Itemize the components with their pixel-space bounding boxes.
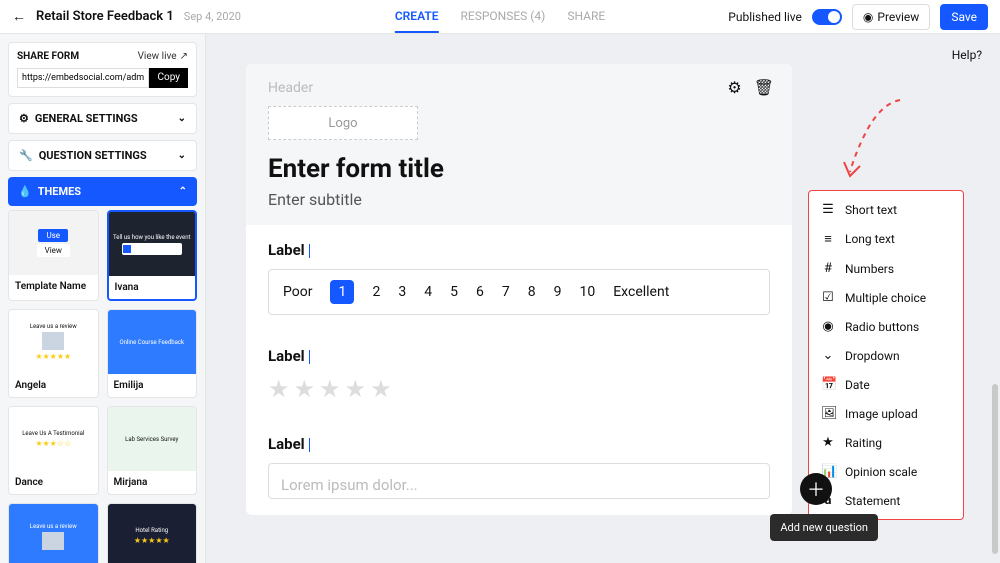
form-date: Sep 4, 2020: [184, 10, 241, 23]
scale-option[interactable]: 9: [554, 284, 562, 300]
theme-tile[interactable]: Leave Us A Testimonial★★★☆☆ Dance: [8, 406, 99, 495]
scale-option[interactable]: 6: [476, 284, 484, 300]
question-label[interactable]: Label: [268, 435, 770, 453]
scale-option[interactable]: 4: [424, 284, 432, 300]
star-icon: ★: [821, 435, 835, 450]
view-live-link[interactable]: View live↗: [138, 51, 188, 62]
long-text-input[interactable]: Lorem ipsum dolor...: [268, 463, 770, 499]
accordion-general[interactable]: ⚙GENERAL SETTINGS⌄: [8, 103, 197, 134]
short-text-icon: ☰: [821, 202, 835, 217]
nav-tabs: CREATE RESPONSES (4) SHARE: [395, 1, 605, 33]
logo-upload[interactable]: Logo: [268, 106, 418, 140]
accordion-themes[interactable]: 💧THEMES⌃: [8, 177, 197, 206]
hash-icon: #: [821, 261, 835, 276]
image-icon: 🖼: [821, 406, 835, 421]
form-canvas: ⚙ 🗑 Header Logo Enter form title Enter s…: [246, 64, 792, 515]
theme-tile[interactable]: Online Course Feedback Emilija: [107, 309, 198, 398]
qtype-numbers[interactable]: #Numbers: [809, 254, 963, 283]
add-question-button[interactable]: ＋: [800, 473, 832, 505]
theme-tile[interactable]: UseView Template Name: [8, 210, 99, 301]
copy-button[interactable]: Copy: [149, 68, 188, 88]
preview-button[interactable]: ◉Preview: [852, 4, 930, 30]
qtype-dropdown[interactable]: ⌄Dropdown: [809, 341, 963, 370]
qtype-opinion-scale[interactable]: 📊Opinion scale: [809, 457, 963, 486]
form-header-block[interactable]: ⚙ 🗑 Header Logo Enter form title Enter s…: [246, 64, 792, 225]
gear-icon[interactable]: ⚙: [727, 78, 741, 97]
back-arrow-icon[interactable]: ←: [12, 8, 26, 25]
chevron-up-icon: ⌃: [179, 186, 187, 197]
theme-tile[interactable]: Leave us a review★★★★★ Angela: [8, 309, 99, 398]
scale-option[interactable]: 10: [579, 284, 595, 300]
paint-icon: 💧: [18, 185, 32, 198]
view-button[interactable]: View: [37, 244, 70, 257]
question-rating[interactable]: Label ★★★★★: [246, 331, 792, 419]
qtype-multiple-choice[interactable]: ☑Multiple choice: [809, 283, 963, 312]
canvas: Help? ⚙ 🗑 Header Logo Enter form title E…: [206, 34, 1000, 563]
save-button[interactable]: Save: [940, 4, 988, 30]
qtype-short-text[interactable]: ☰Short text: [809, 195, 963, 224]
sidebar: SHARE FORM View live↗ Copy ⚙GENERAL SETT…: [0, 34, 206, 563]
qtype-date[interactable]: 📅Date: [809, 370, 963, 399]
share-title: SHARE FORM: [17, 51, 79, 62]
header-placeholder: Header: [268, 80, 770, 96]
question-type-menu: ☰Short text ≡Long text #Numbers ☑Multipl…: [808, 190, 964, 520]
trash-icon[interactable]: 🗑: [754, 78, 774, 97]
question-label[interactable]: Label: [268, 347, 770, 365]
tab-responses[interactable]: RESPONSES (4): [461, 1, 546, 33]
question-label[interactable]: Label: [268, 241, 770, 259]
scale-option[interactable]: 8: [528, 284, 536, 300]
gear-icon: ⚙: [19, 112, 29, 125]
scale-option[interactable]: 1: [330, 280, 354, 304]
wrench-icon: 🔧: [19, 149, 33, 162]
help-link[interactable]: Help?: [952, 48, 982, 62]
theme-tile[interactable]: Leave us a review Nevrie: [8, 503, 99, 563]
calendar-icon: 📅: [821, 377, 835, 392]
qtype-statement[interactable]: aStatement: [809, 486, 963, 515]
tab-create[interactable]: CREATE: [395, 1, 439, 33]
share-card: SHARE FORM View live↗ Copy: [8, 42, 197, 97]
theme-tile[interactable]: Lab Services Survey Mirjana: [107, 406, 198, 495]
share-url-input[interactable]: [17, 68, 149, 88]
opinion-scale: Poor 1 2 3 4 5 6 7 8 9 10 Excellent: [268, 269, 770, 315]
form-title-input[interactable]: Enter form title: [268, 154, 770, 184]
scale-option[interactable]: 2: [372, 284, 380, 300]
star-rating[interactable]: ★★★★★: [268, 375, 770, 403]
question-opinion-scale[interactable]: Label Poor 1 2 3 4 5 6 7 8 9 10 Excellen…: [246, 225, 792, 331]
scale-option[interactable]: 3: [398, 284, 406, 300]
accordion-question[interactable]: 🔧QUESTION SETTINGS⌄: [8, 140, 197, 171]
scale-high-label: Excellent: [613, 284, 669, 300]
chevron-down-icon: ⌄: [821, 348, 835, 363]
chevron-down-icon: ⌄: [178, 150, 186, 161]
form-name: Retail Store Feedback 1: [36, 9, 174, 24]
themes-grid: UseView Template Name Tell us how you li…: [8, 206, 197, 563]
use-button[interactable]: Use: [38, 229, 68, 242]
scale-option[interactable]: 7: [502, 284, 510, 300]
form-subtitle-input[interactable]: Enter subtitle: [268, 190, 770, 209]
question-longtext[interactable]: Label Lorem ipsum dolor...: [246, 419, 792, 515]
external-link-icon: ↗: [180, 51, 188, 62]
eye-icon: ◉: [863, 10, 873, 24]
main: SHARE FORM View live↗ Copy ⚙GENERAL SETT…: [0, 34, 1000, 563]
qtype-radio[interactable]: ◉Radio buttons: [809, 312, 963, 341]
qtype-image-upload[interactable]: 🖼Image upload: [809, 399, 963, 428]
published-label: Published live: [728, 10, 802, 24]
scale-low-label: Poor: [283, 284, 312, 300]
scrollbar[interactable]: [992, 94, 998, 553]
topbar-right: Published live ◉Preview Save: [728, 4, 988, 30]
add-question-tooltip: Add new question: [770, 514, 878, 541]
qtype-rating[interactable]: ★Raiting: [809, 428, 963, 457]
hand-drawn-arrow-icon: [840, 94, 910, 184]
chevron-down-icon: ⌄: [178, 113, 186, 124]
scale-option[interactable]: 5: [450, 284, 458, 300]
checkbox-icon: ☑: [821, 290, 835, 305]
theme-tile[interactable]: Tell us how you like the event Ivana: [107, 210, 198, 301]
qtype-long-text[interactable]: ≡Long text: [809, 224, 963, 254]
published-toggle[interactable]: [812, 9, 842, 25]
tab-share[interactable]: SHARE: [567, 1, 605, 33]
radio-icon: ◉: [821, 319, 835, 334]
long-text-icon: ≡: [821, 231, 835, 247]
theme-tile[interactable]: Hotel Rating★★★★★ Kiko: [107, 503, 198, 563]
topbar: ← Retail Store Feedback 1 Sep 4, 2020 CR…: [0, 0, 1000, 34]
